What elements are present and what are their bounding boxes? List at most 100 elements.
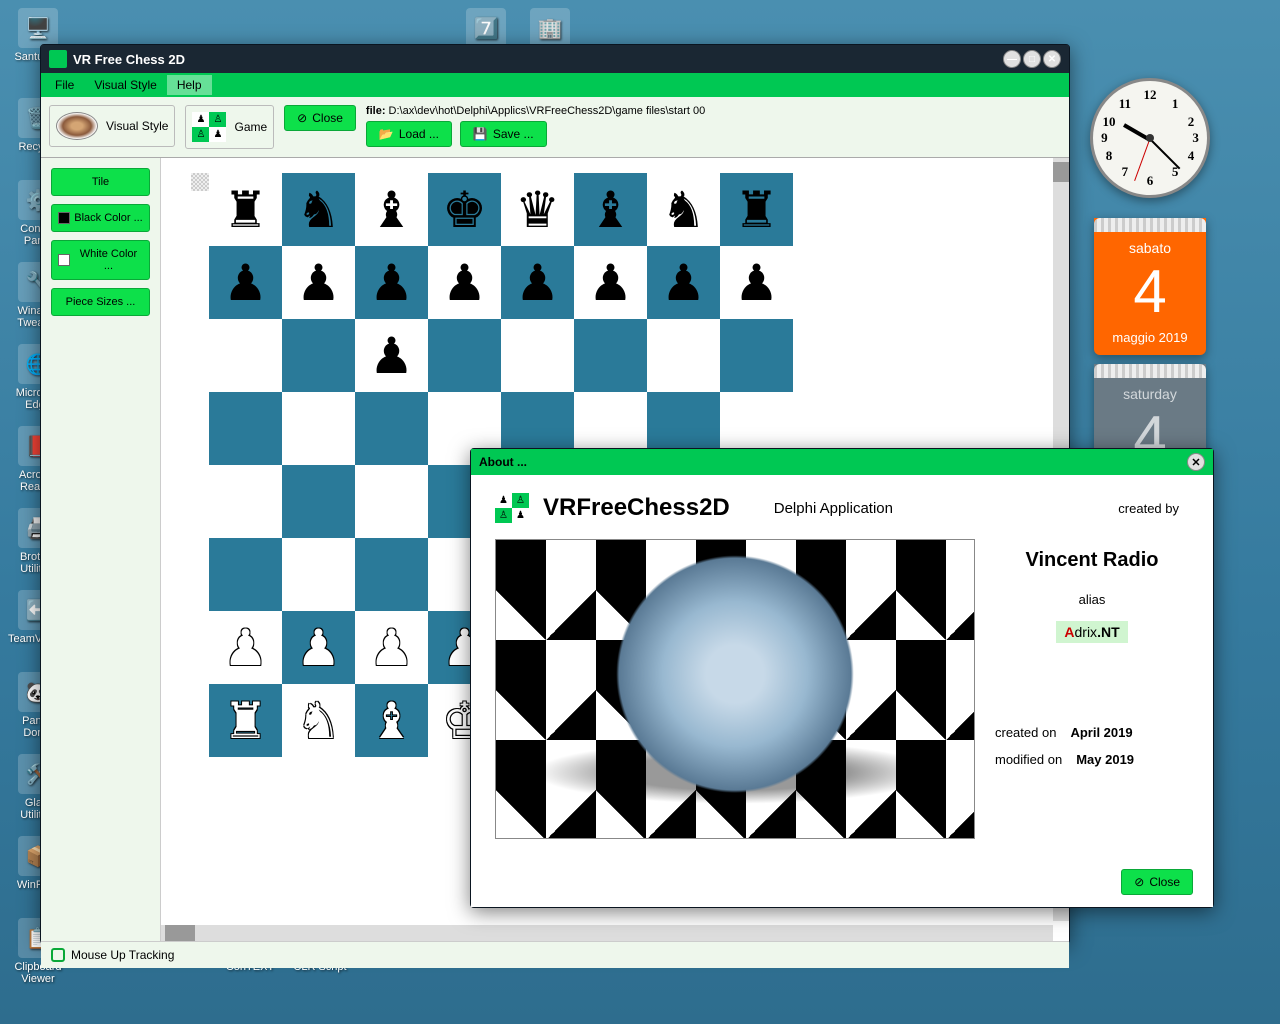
author-name: Vincent Radio [995,549,1189,572]
game-label: Game [234,120,267,134]
white-color-button[interactable]: White Color ... [51,240,150,280]
chess-piece-br[interactable]: ♜ [223,181,268,239]
tile-button[interactable]: Tile [51,168,150,196]
about-titlebar[interactable]: About ... ✕ [471,449,1213,475]
board-square[interactable]: ♜ [209,684,282,757]
board-square[interactable]: ♟ [282,246,355,319]
board-square[interactable]: ♞ [282,173,355,246]
chess-piece-br[interactable]: ♜ [734,181,779,239]
about-app-icon: ♟♙♙♟ [495,493,529,523]
chess-piece-wp[interactable]: ♟ [296,619,341,677]
board-square[interactable] [355,538,428,611]
chess-piece-wr[interactable]: ♜ [223,692,268,750]
folder-icon: 📂 [379,127,394,141]
mouse-tracking-checkbox[interactable] [51,948,65,962]
chess-piece-bp[interactable]: ♟ [296,254,341,312]
board-square[interactable]: ♝ [574,173,647,246]
board-square[interactable] [282,538,355,611]
chess-piece-bp[interactable]: ♟ [734,254,779,312]
board-square[interactable] [720,319,793,392]
horizontal-scrollbar[interactable] [161,925,1053,941]
black-color-button[interactable]: Black Color ... [51,204,150,232]
board-square[interactable] [209,465,282,538]
board-square[interactable]: ♝ [355,684,428,757]
chess-piece-bp[interactable]: ♟ [588,254,633,312]
titlebar[interactable]: VR Free Chess 2D — □ ✕ [41,45,1069,73]
mouse-tracking-label: Mouse Up Tracking [71,948,174,962]
board-square[interactable] [574,319,647,392]
chess-piece-bq[interactable]: ♛ [515,181,560,239]
board-square[interactable]: ♟ [574,246,647,319]
about-close-button[interactable]: ⊘ Close [1121,869,1193,895]
board-square[interactable]: ♟ [355,246,428,319]
board-square[interactable]: ♟ [209,246,282,319]
board-square[interactable]: ♚ [428,173,501,246]
app-glyph-icon: 🖥️ [18,8,58,48]
about-sphere-image [495,539,975,839]
chess-piece-bp[interactable]: ♟ [223,254,268,312]
chess-piece-wp[interactable]: ♟ [369,619,414,677]
menu-help[interactable]: Help [167,75,212,95]
chess-piece-bp[interactable]: ♟ [369,254,414,312]
chess-piece-bn[interactable]: ♞ [296,181,341,239]
chess-piece-bb[interactable]: ♝ [588,181,633,239]
visual-style-label: Visual Style [106,119,168,133]
board-square[interactable] [355,465,428,538]
board-square[interactable]: ♟ [355,319,428,392]
menu-file[interactable]: File [45,75,84,95]
board-square[interactable] [209,538,282,611]
chess-piece-wb[interactable]: ♝ [369,692,414,750]
corner-handle[interactable] [191,173,209,191]
board-square[interactable]: ♟ [720,246,793,319]
board-square[interactable] [209,319,282,392]
visual-style-group: Visual Style [49,105,175,147]
maximize-button[interactable]: □ [1023,50,1041,68]
board-square[interactable] [355,392,428,465]
board-square[interactable]: ♝ [355,173,428,246]
board-square[interactable] [282,319,355,392]
created-on-value: April 2019 [1070,725,1132,740]
board-square[interactable] [282,392,355,465]
chess-piece-bk[interactable]: ♚ [442,181,487,239]
about-app-name: VRFreeChess2D [543,494,730,522]
chess-piece-wn[interactable]: ♞ [296,692,341,750]
chess-piece-bp[interactable]: ♟ [369,327,414,385]
close-button[interactable]: ⊘ Close [284,105,356,131]
board-square[interactable] [647,319,720,392]
board-square[interactable]: ♟ [428,246,501,319]
calendar-day-number: 4 [1094,258,1206,326]
app-icon [49,50,67,68]
close-window-button[interactable]: ✕ [1043,50,1061,68]
chess-piece-wp[interactable]: ♟ [223,619,268,677]
calendar-gadget-1: sabato 4 maggio 2019 [1094,218,1206,355]
close-icon: ⊘ [1134,875,1144,889]
load-button[interactable]: 📂 Load ... [366,121,452,147]
board-square[interactable] [209,392,282,465]
board-square[interactable]: ♟ [647,246,720,319]
board-square[interactable]: ♟ [501,246,574,319]
board-square[interactable]: ♞ [282,684,355,757]
chess-piece-bb[interactable]: ♝ [369,181,414,239]
menu-visual-style[interactable]: Visual Style [84,75,166,95]
chess-piece-bp[interactable]: ♟ [661,254,706,312]
chess-piece-bn[interactable]: ♞ [661,181,706,239]
board-square[interactable] [501,319,574,392]
save-button[interactable]: 💾 Save ... [460,121,547,147]
board-square[interactable]: ♛ [501,173,574,246]
board-square[interactable] [428,319,501,392]
board-square[interactable]: ♜ [720,173,793,246]
board-square[interactable]: ♜ [209,173,282,246]
board-square[interactable]: ♟ [282,611,355,684]
file-area: file: D:\ax\dev\hot\Delphi\Applics\VRFre… [366,105,1061,147]
board-square[interactable] [282,465,355,538]
board-square[interactable]: ♟ [355,611,428,684]
about-close-x-button[interactable]: ✕ [1187,453,1205,471]
toolbar: Visual Style ♟♙♙♟ Game ⊘ Close file: D:\… [41,97,1069,158]
minimize-button[interactable]: — [1003,50,1021,68]
board-square[interactable]: ♟ [209,611,282,684]
board-square[interactable]: ♞ [647,173,720,246]
piece-sizes-button[interactable]: Piece Sizes ... [51,288,150,316]
chess-piece-bp[interactable]: ♟ [442,254,487,312]
game-group: ♟♙♙♟ Game [185,105,274,149]
chess-piece-bp[interactable]: ♟ [515,254,560,312]
